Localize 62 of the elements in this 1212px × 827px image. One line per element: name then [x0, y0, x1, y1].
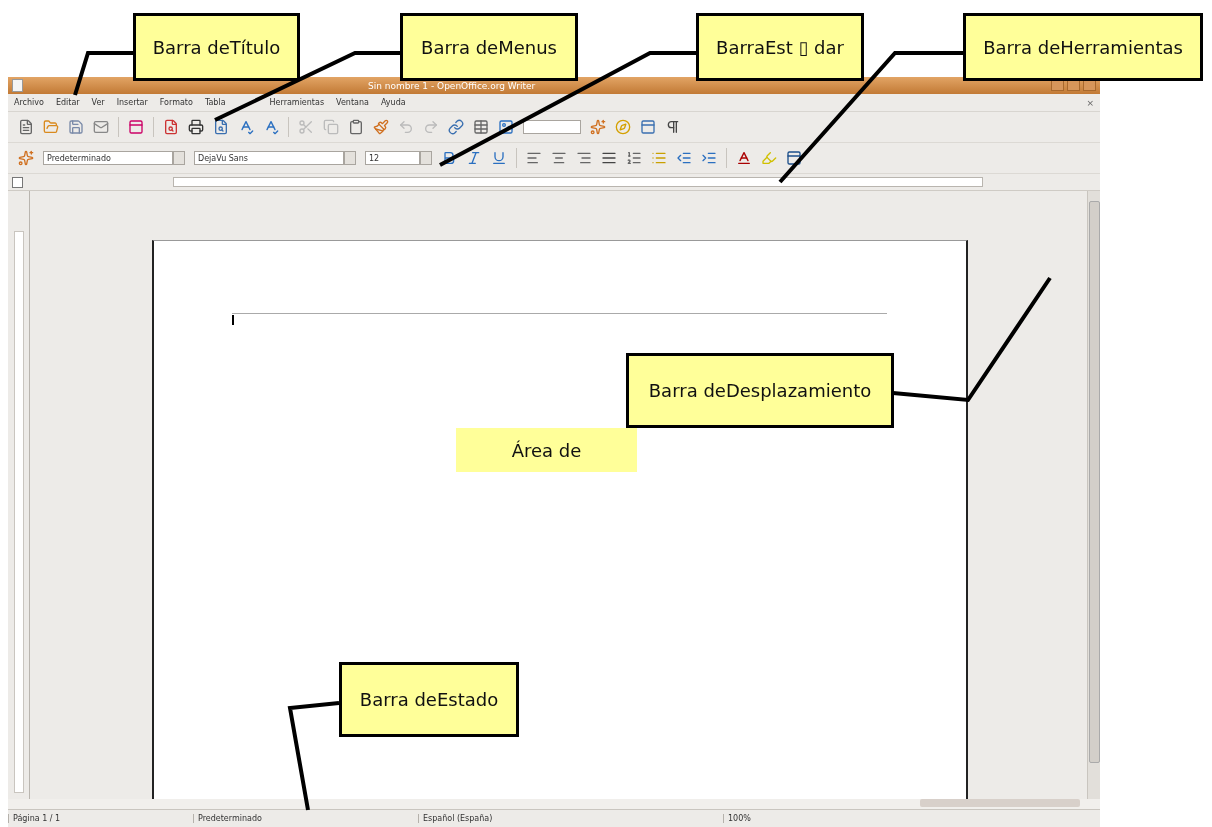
tab-stop-button[interactable] [12, 176, 23, 188]
window-title: Sin nombre 1 - OpenOffice.org Writer [368, 80, 536, 91]
pilcrow-icon[interactable] [665, 119, 681, 135]
horizontal-scrollbar[interactable] [8, 799, 1100, 809]
menu-item[interactable]: Herramientas [269, 98, 325, 107]
size-field[interactable]: 12 [365, 151, 420, 165]
zoom-field[interactable] [523, 120, 581, 134]
brush-icon[interactable] [373, 119, 389, 135]
underline-icon[interactable] [491, 150, 507, 166]
callout-label: Barra deEstado [339, 662, 519, 737]
status-text: Español (España) [418, 814, 723, 823]
spellcheck-icon[interactable] [263, 119, 279, 135]
status-text: Página 1 / 1 [8, 814, 193, 823]
link-icon[interactable] [448, 119, 464, 135]
align-left-icon[interactable] [526, 150, 542, 166]
menu-item[interactable]: Ver [91, 98, 105, 107]
styles-icon[interactable] [18, 150, 34, 166]
align-right-icon[interactable] [576, 150, 592, 166]
envelope-icon[interactable] [93, 119, 109, 135]
menu-item[interactable]: Archivo [14, 98, 44, 107]
scroll-thumb[interactable] [920, 799, 1080, 807]
image-icon[interactable] [498, 119, 514, 135]
document-page[interactable] [152, 240, 968, 799]
menu-item[interactable]: Ventana [336, 98, 369, 107]
indent-increase-icon[interactable] [701, 150, 717, 166]
callout-label: Barra deDesplazamiento [626, 353, 894, 428]
indent-decrease-icon[interactable] [676, 150, 692, 166]
align-center-icon[interactable] [551, 150, 567, 166]
menu-item[interactable]: Tabla [204, 98, 226, 107]
menu-item[interactable]: Insertar [116, 98, 148, 107]
text-cursor [232, 315, 234, 325]
document-icon[interactable] [18, 119, 34, 135]
maximize-button[interactable] [1067, 80, 1080, 91]
close-button[interactable] [1083, 80, 1096, 91]
justify-icon[interactable] [601, 150, 617, 166]
callout-label: Área de [456, 428, 637, 472]
sparkle-icon[interactable] [590, 119, 606, 135]
spellcheck-icon[interactable] [238, 119, 254, 135]
table-icon[interactable] [473, 119, 489, 135]
app-icon [12, 79, 23, 92]
font-field[interactable]: DejaVu Sans [194, 151, 344, 165]
callout-label: BarraEst ▯ dar [696, 13, 864, 81]
minimize-button[interactable] [1051, 80, 1064, 91]
callout-label: Barra deMenus [400, 13, 578, 81]
window-icon[interactable] [128, 119, 144, 135]
menu-item[interactable]: Ayuda [380, 98, 406, 107]
printer-icon[interactable] [188, 119, 204, 135]
close-document-button[interactable]: × [1086, 97, 1094, 108]
callout-label: Barra deTítulo [133, 13, 300, 81]
leader-line [73, 51, 133, 96]
numbered-list-icon[interactable] [626, 150, 642, 166]
menu-item[interactable]: Formato [159, 98, 193, 107]
callout-label: Barra deHerramientas [963, 13, 1203, 81]
style-field[interactable]: Predeterminado [43, 151, 173, 165]
status-text: 100% [723, 814, 848, 823]
clipboard-icon[interactable] [348, 119, 364, 135]
folder-icon[interactable] [43, 119, 59, 135]
font-color-icon[interactable] [736, 150, 752, 166]
status-text: Predeterminado [193, 814, 418, 823]
italic-icon[interactable] [466, 150, 482, 166]
bold-icon[interactable] [441, 150, 457, 166]
menu-item[interactable]: Editar [55, 98, 80, 107]
